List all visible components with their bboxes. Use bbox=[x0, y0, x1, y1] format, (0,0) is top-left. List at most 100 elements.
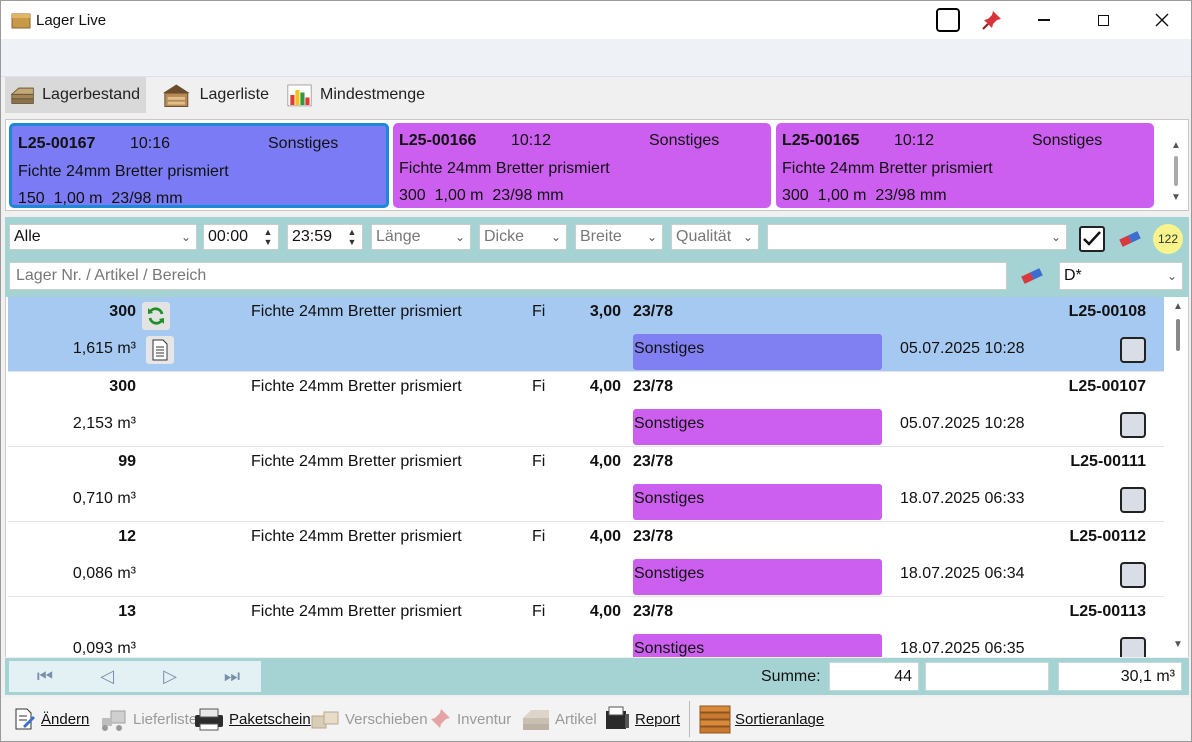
parcel-slip-label: Paketschein bbox=[229, 710, 311, 728]
card-length: 1,00 m bbox=[434, 186, 484, 204]
chevron-down-icon: ⌄ bbox=[550, 230, 562, 244]
eraser-icon[interactable] bbox=[1117, 230, 1143, 248]
next-record-icon[interactable]: ▷ bbox=[158, 665, 182, 687]
category-tag: Sonstiges bbox=[633, 634, 882, 657]
delivery-list-button[interactable]: Lieferliste bbox=[99, 705, 197, 733]
move-boxes-icon bbox=[311, 711, 339, 729]
width-select[interactable]: Breite ⌄ bbox=[575, 224, 663, 250]
article-button[interactable]: Artikel bbox=[521, 705, 597, 733]
pin-icon bbox=[431, 709, 450, 728]
sum-empty bbox=[925, 662, 1049, 691]
row-checkbox[interactable] bbox=[1120, 487, 1146, 513]
quality-select[interactable]: Qualität ⌄ bbox=[671, 224, 759, 250]
refresh-button[interactable] bbox=[142, 302, 170, 330]
row-volume: 0,086 m³ bbox=[72, 565, 136, 582]
tab-lagerbestand[interactable]: Lagerbestand bbox=[5, 77, 146, 113]
cards-scroll-thumb[interactable] bbox=[1174, 156, 1178, 186]
search-input[interactable]: Lager Nr. / Artikel / Bereich bbox=[9, 262, 1007, 290]
entry-card[interactable]: L25-00167 10:16 Sonstiges Fichte 24mm Bret… bbox=[9, 123, 389, 208]
scroll-thumb[interactable] bbox=[1176, 319, 1180, 351]
table-row[interactable]: 99 Fichte 24mm Bretter prismiert Fi 4,00… bbox=[8, 447, 1164, 522]
report-label: Report bbox=[635, 710, 681, 728]
card-article: Fichte 24mm Bretter prismiert bbox=[18, 162, 229, 180]
table-row[interactable]: 300 Fichte 24mm Bretter prismiert Fi 3,0… bbox=[8, 297, 1164, 372]
card-article: Fichte 24mm Bretter prismiert bbox=[782, 159, 993, 177]
scroll-up-icon[interactable]: ▲ bbox=[1170, 299, 1186, 315]
printer-icon bbox=[195, 708, 223, 731]
cards-scroll-down-icon[interactable]: ▼ bbox=[1168, 190, 1184, 206]
warehouse-icon bbox=[162, 84, 190, 107]
spinner-icon[interactable]: ▲ ▼ bbox=[258, 227, 278, 247]
close-button[interactable] bbox=[1139, 1, 1185, 39]
window-title: Lager Live bbox=[36, 12, 107, 29]
sorting-plant-button[interactable]: Sortieranlage bbox=[699, 705, 824, 734]
row-checkbox[interactable] bbox=[1120, 337, 1146, 363]
row-length: 3,00 bbox=[589, 303, 621, 320]
tab-mindestmenge[interactable]: Mindestmenge bbox=[281, 77, 431, 113]
wood-planks-icon bbox=[699, 705, 731, 734]
row-checkbox[interactable] bbox=[1120, 637, 1146, 657]
row-id: L25-00111 bbox=[1070, 453, 1146, 470]
card-category: Sonstiges bbox=[268, 135, 339, 152]
scroll-down-icon[interactable]: ▼ bbox=[1170, 637, 1186, 653]
edit-button[interactable]: Ändern bbox=[11, 705, 89, 733]
pin-window-button[interactable] bbox=[969, 1, 1015, 39]
row-date: 18.07.2025 06:35 bbox=[900, 640, 1025, 657]
move-button[interactable]: Verschieben bbox=[309, 705, 428, 733]
entry-card[interactable]: L25-00165 10:12 Sonstiges Fichte 24mm Bret… bbox=[776, 123, 1154, 208]
quality-placeholder: Qualität bbox=[676, 228, 732, 245]
length-select[interactable]: Länge ⌄ bbox=[371, 224, 471, 250]
parcel-slip-button[interactable]: Paketschein bbox=[193, 705, 311, 733]
length-placeholder: Länge bbox=[376, 228, 421, 245]
tab-label: Lagerliste bbox=[199, 86, 269, 103]
time-from-input[interactable]: 00:00 ▲ ▼ bbox=[203, 224, 279, 250]
scope-select[interactable]: Alle ⌄ bbox=[9, 224, 197, 250]
category-tag: Sonstiges bbox=[633, 334, 882, 370]
chevron-down-icon: ⌄ bbox=[1050, 230, 1062, 244]
spinner-icon[interactable]: ▲ ▼ bbox=[342, 227, 362, 247]
cards-scroll-up-icon[interactable]: ▲ bbox=[1168, 138, 1184, 154]
maximize-button[interactable] bbox=[1080, 1, 1126, 39]
sort-select[interactable]: D* ⌄ bbox=[1059, 262, 1183, 290]
table-row[interactable]: 300 Fichte 24mm Bretter prismiert Fi 4,0… bbox=[8, 372, 1164, 447]
document-button[interactable] bbox=[146, 336, 174, 364]
list-scrollbar[interactable]: ▲ ▼ bbox=[1168, 297, 1188, 657]
table-row[interactable]: 12 Fichte 24mm Bretter prismiert Fi 4,00… bbox=[8, 522, 1164, 597]
select-all-button[interactable] bbox=[1079, 226, 1105, 252]
first-record-icon[interactable]: ⏮ bbox=[33, 665, 57, 687]
category-tag: Sonstiges bbox=[633, 559, 882, 595]
entry-card[interactable]: L25-00166 10:12 Sonstiges Fichte 24mm Bret… bbox=[393, 123, 771, 208]
count-badge: 122 bbox=[1153, 224, 1183, 254]
close-icon bbox=[1155, 13, 1169, 27]
extra-filter-select[interactable]: ⌄ bbox=[767, 224, 1067, 250]
checkmark-icon bbox=[1083, 231, 1101, 246]
record-navigator: ⏮ ◁ ▷ ⏭ bbox=[9, 661, 261, 692]
last-record-icon[interactable]: ⏭ bbox=[220, 665, 244, 687]
inventory-button[interactable]: Inventur bbox=[427, 705, 511, 733]
bar-chart-icon bbox=[287, 84, 312, 107]
clear-search-eraser-icon[interactable] bbox=[1019, 267, 1045, 285]
sort-value: D* bbox=[1064, 267, 1082, 284]
row-article: Fichte 24mm Bretter prismiert bbox=[251, 603, 462, 620]
time-from-value: 00:00 bbox=[208, 228, 249, 245]
thickness-select[interactable]: Dicke ⌄ bbox=[479, 224, 567, 250]
move-label: Verschieben bbox=[345, 710, 428, 728]
card-dims: 23/98 mm bbox=[492, 186, 564, 204]
row-volume: 1,615 m³ bbox=[72, 340, 136, 357]
report-button[interactable]: Report bbox=[603, 705, 680, 733]
scope-value: Alle bbox=[14, 228, 41, 245]
row-species: Fi bbox=[532, 303, 546, 320]
table-row[interactable]: 13 Fichte 24mm Bretter prismiert Fi 4,00… bbox=[8, 597, 1164, 657]
tab-lagerliste[interactable]: Lagerliste bbox=[155, 77, 275, 113]
sum-count: 44 bbox=[829, 662, 919, 691]
row-checkbox[interactable] bbox=[1120, 562, 1146, 588]
card-time: 10:16 bbox=[130, 135, 171, 152]
previous-record-icon[interactable]: ◁ bbox=[95, 665, 119, 687]
minimize-button[interactable] bbox=[1021, 1, 1067, 39]
row-checkbox[interactable] bbox=[1120, 412, 1146, 438]
chevron-down-icon: ⌄ bbox=[1166, 269, 1178, 283]
time-to-input[interactable]: 23:59 ▲ ▼ bbox=[287, 224, 363, 250]
chevron-down-icon: ⌄ bbox=[454, 230, 466, 244]
minimize-icon bbox=[1038, 19, 1050, 21]
compact-mode-button[interactable] bbox=[925, 1, 971, 39]
